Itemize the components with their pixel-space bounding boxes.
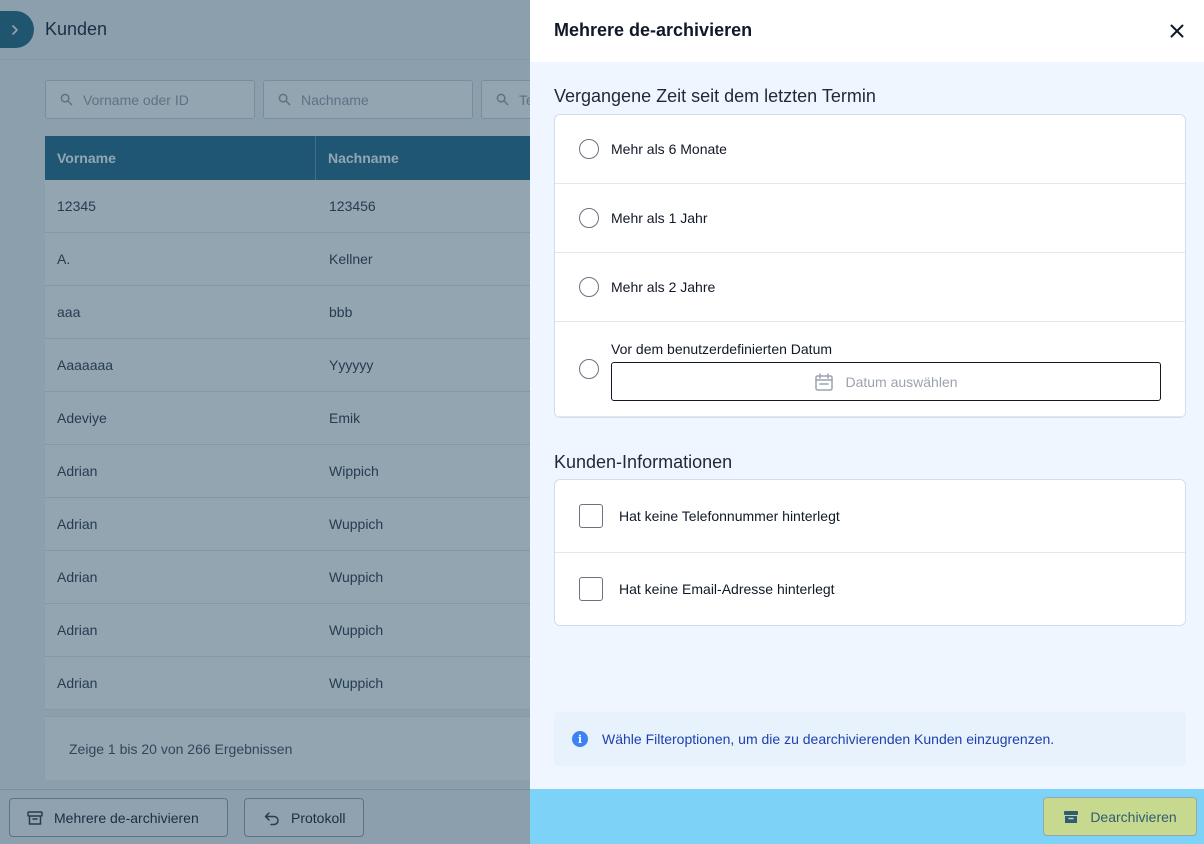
radio-2-years[interactable] xyxy=(579,277,599,297)
calendar-icon xyxy=(815,372,834,391)
option-label: Hat keine Telefonnummer hinterlegt xyxy=(619,508,840,524)
checkbox-no-email[interactable] xyxy=(579,577,603,601)
option-label: Vor dem benutzerdefinierten Datum xyxy=(611,341,833,357)
radio-1-year[interactable] xyxy=(579,208,599,228)
drawer-title: Mehrere de-archivieren xyxy=(554,20,753,40)
option-no-phone[interactable]: Hat keine Telefonnummer hinterlegt xyxy=(555,480,1185,553)
info-icon: i xyxy=(572,731,588,747)
option-label: Hat keine Email-Adresse hinterlegt xyxy=(619,581,835,597)
checkbox-no-phone[interactable] xyxy=(579,504,603,528)
radio-6-months[interactable] xyxy=(579,139,599,159)
drawer-header: Mehrere de-archivieren xyxy=(530,0,1204,62)
time-section-title: Vergangene Zeit seit dem letzten Termin xyxy=(554,86,876,106)
time-options-card: Mehr als 6 Monate Mehr als 1 Jahr Mehr a… xyxy=(554,114,1186,418)
option-6-months[interactable]: Mehr als 6 Monate xyxy=(555,115,1185,184)
info-banner: i Wähle Filteroptionen, um die zu dearch… xyxy=(554,712,1186,766)
modal-backdrop[interactable] xyxy=(0,0,530,844)
option-label: Mehr als 2 Jahre xyxy=(611,279,716,295)
option-label: Mehr als 1 Jahr xyxy=(611,210,708,226)
archive-icon xyxy=(1064,810,1079,823)
close-icon xyxy=(1170,24,1184,38)
customer-options-card: Hat keine Telefonnummer hinterlegt Hat k… xyxy=(554,479,1186,626)
info-text: Wähle Filteroptionen, um die zu dearchiv… xyxy=(602,731,1055,747)
bulk-unarchive-drawer: Mehrere de-archivieren Vergangene Zeit s… xyxy=(530,0,1204,844)
option-label: Mehr als 6 Monate xyxy=(611,141,727,157)
customer-section-title: Kunden-Informationen xyxy=(554,452,733,472)
dearchive-label: Dearchivieren xyxy=(1090,808,1177,825)
option-1-year[interactable]: Mehr als 1 Jahr xyxy=(555,184,1185,253)
date-picker-input[interactable]: Datum auswählen xyxy=(611,362,1161,401)
dearchive-button[interactable]: Dearchivieren xyxy=(1043,797,1197,836)
radio-custom-date[interactable] xyxy=(579,359,599,379)
option-2-years[interactable]: Mehr als 2 Jahre xyxy=(555,253,1185,322)
close-button[interactable] xyxy=(1167,21,1187,41)
date-placeholder: Datum auswählen xyxy=(845,373,958,390)
drawer-footer: Dearchivieren xyxy=(530,789,1204,844)
option-no-email[interactable]: Hat keine Email-Adresse hinterlegt xyxy=(555,553,1185,625)
